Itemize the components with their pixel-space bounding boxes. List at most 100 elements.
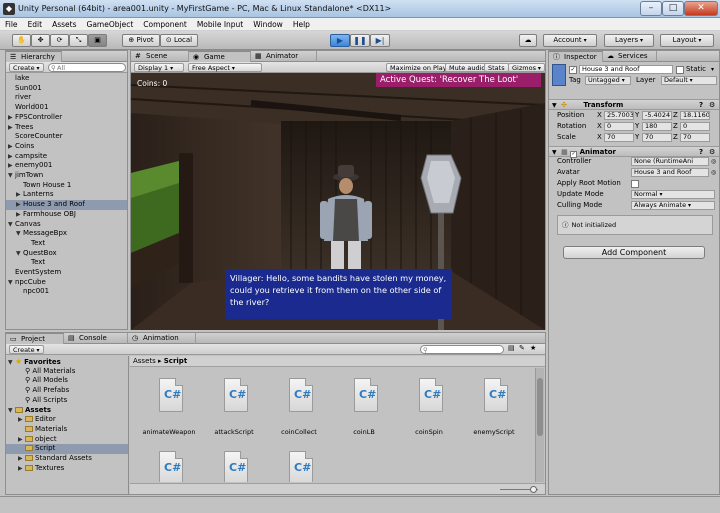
fold-arrow-icon[interactable]: ▶ [8, 123, 15, 133]
rect-tool-button[interactable]: ▣ [88, 34, 107, 47]
hierarchy-item[interactable]: Town House 1 [6, 181, 127, 191]
cloud-button[interactable]: ☁ [519, 34, 537, 47]
menu-window[interactable]: Window [248, 18, 288, 31]
project-tree-item[interactable]: ▶ Textures [6, 464, 128, 474]
fold-arrow-icon[interactable]: ▶ [16, 190, 23, 200]
hierarchy-item[interactable]: ▼ QuestBox [6, 249, 127, 259]
hierarchy-item[interactable]: Text [6, 258, 127, 268]
project-search-input[interactable]: ⚲ [420, 345, 504, 354]
tab-animator[interactable]: ▦ Animator [251, 51, 317, 62]
hierarchy-item[interactable]: lake [6, 74, 127, 84]
transform-x-field[interactable]: 70 [604, 133, 634, 142]
menu-help[interactable]: Help [288, 18, 315, 31]
script-asset[interactable]: C# coinSpin [400, 378, 458, 438]
zoom-slider-handle[interactable] [530, 486, 537, 493]
script-asset[interactable]: C# [270, 451, 328, 482]
mute-audio-toggle[interactable]: Mute audio [445, 63, 490, 72]
maximize-on-play-toggle[interactable]: Maximize on Play [386, 63, 451, 72]
fold-arrow-icon[interactable]: ▼ [8, 406, 15, 416]
hierarchy-search-input[interactable]: ⚲ All [48, 63, 126, 72]
script-asset[interactable]: C# [140, 451, 198, 482]
menu-file[interactable]: File [0, 18, 23, 31]
maximize-button[interactable]: □ [662, 1, 684, 16]
filter-type-icon[interactable]: ▤ [508, 344, 515, 352]
hierarchy-item[interactable]: World001 [6, 103, 127, 113]
object-name-field[interactable]: House 3 and Roof [579, 65, 673, 74]
menu-component[interactable]: Component [138, 18, 192, 31]
update-mode-dropdown[interactable]: Normal [631, 190, 715, 199]
tab-animation[interactable]: ◷ Animation [128, 333, 196, 344]
fold-arrow-icon[interactable]: ▶ [16, 200, 23, 210]
stats-toggle[interactable]: Stats [484, 63, 509, 72]
tab-scene[interactable]: # Scene [131, 51, 189, 62]
fold-arrow-icon[interactable]: ▶ [8, 161, 15, 171]
layer-dropdown[interactable]: Default [661, 76, 717, 85]
menu-assets[interactable]: Assets [47, 18, 81, 31]
hierarchy-item[interactable]: ▼ jimTown [6, 171, 127, 181]
tab-hierarchy[interactable]: ☰ Hierarchy [6, 51, 62, 62]
hierarchy-item[interactable]: ▶ House 3 and Roof [6, 200, 127, 210]
hierarchy-item[interactable]: ▼ MessageBpx [6, 229, 127, 239]
hierarchy-create-dropdown[interactable]: Create [9, 63, 44, 72]
filter-label-icon[interactable]: ✎ [519, 344, 525, 352]
project-tree-item[interactable]: ▼ Assets [6, 406, 128, 416]
favorite-star-icon[interactable]: ★ [530, 344, 536, 352]
object-picker-icon[interactable]: ◎ [711, 156, 716, 167]
gear-icon[interactable]: ⚙ [709, 100, 715, 110]
pivot-toggle[interactable]: ⊕ Pivot [122, 34, 160, 47]
hierarchy-item[interactable]: EventSystem [6, 268, 127, 278]
script-asset[interactable]: C# coinCollect [270, 378, 328, 438]
breadcrumb-script[interactable]: Script [164, 357, 187, 365]
scale-tool-button[interactable]: ⤡ [69, 34, 88, 47]
hierarchy-item[interactable]: ▼ Canvas [6, 220, 127, 230]
fold-arrow-icon[interactable]: ▶ [8, 152, 15, 162]
hierarchy-item[interactable]: ▶ campsite [6, 152, 127, 162]
hierarchy-item[interactable]: river [6, 93, 127, 103]
hierarchy-item[interactable]: npc001 [6, 287, 127, 297]
play-button[interactable]: ▶ [330, 34, 350, 47]
fold-arrow-icon[interactable]: ▶ [16, 210, 23, 220]
fold-arrow-icon[interactable]: ▼ [16, 229, 23, 239]
scrollbar-thumb[interactable] [537, 378, 543, 436]
hierarchy-item[interactable]: ▶ Lanterns [6, 190, 127, 200]
script-asset[interactable]: C# animateWeapon [140, 378, 198, 438]
transform-x-field[interactable]: 25.7003 [604, 111, 634, 120]
culling-mode-dropdown[interactable]: Always Animate [631, 201, 715, 210]
hierarchy-item[interactable]: ▶ Coins [6, 142, 127, 152]
fold-arrow-icon[interactable]: ▼ [16, 249, 23, 259]
fold-arrow-icon[interactable]: ▼ [8, 220, 15, 230]
project-tree-item[interactable]: ⚲ All Materials [6, 367, 128, 377]
static-dropdown-arrow[interactable]: ▾ [711, 64, 714, 75]
project-create-dropdown[interactable]: Create [9, 345, 44, 354]
project-tree-item[interactable]: ⚲ All Models [6, 376, 128, 386]
hierarchy-item[interactable]: ScoreCounter [6, 132, 127, 142]
active-checkbox[interactable]: ✓ [569, 66, 577, 74]
account-dropdown[interactable]: Account [543, 34, 597, 47]
tag-dropdown[interactable]: Untagged [585, 76, 631, 85]
help-icon[interactable]: ? [699, 100, 703, 110]
project-tree-item[interactable]: ⚲ All Prefabs [6, 386, 128, 396]
minimize-button[interactable]: – [640, 1, 662, 16]
tab-inspector[interactable]: ⓘ Inspector [549, 51, 603, 62]
transform-z-field[interactable]: 18.1160 [680, 111, 710, 120]
asset-grid-scrollbar[interactable] [535, 368, 544, 482]
transform-y-field[interactable]: 70 [642, 133, 672, 142]
move-tool-button[interactable]: ✥ [31, 34, 50, 47]
fold-arrow-icon[interactable]: ▶ [8, 142, 15, 152]
apply-root-motion-checkbox[interactable] [631, 180, 639, 188]
pause-button[interactable]: ❚❚ [350, 34, 370, 47]
gizmos-dropdown[interactable]: Gizmos [508, 63, 545, 72]
fold-arrow-icon[interactable]: ▼ [8, 171, 15, 181]
game-viewport[interactable]: Coins: 0 Active Quest: 'Recover The Loot… [131, 73, 545, 330]
project-tree-item[interactable]: ▶ Editor [6, 415, 128, 425]
hand-tool-button[interactable]: ✋ [12, 34, 31, 47]
menu-gameobject[interactable]: GameObject [82, 18, 139, 31]
hierarchy-item[interactable]: ▶ Farmhouse OBJ [6, 210, 127, 220]
display-dropdown[interactable]: Display 1 [134, 63, 184, 72]
step-button[interactable]: ▶| [370, 34, 390, 47]
hierarchy-item[interactable]: ▶ enemy001 [6, 161, 127, 171]
menu-mobile-input[interactable]: Mobile Input [192, 18, 248, 31]
script-asset[interactable]: C# [205, 451, 263, 482]
rotate-tool-button[interactable]: ⟳ [50, 34, 69, 47]
hierarchy-item[interactable]: ▼ npcCube [6, 278, 127, 288]
